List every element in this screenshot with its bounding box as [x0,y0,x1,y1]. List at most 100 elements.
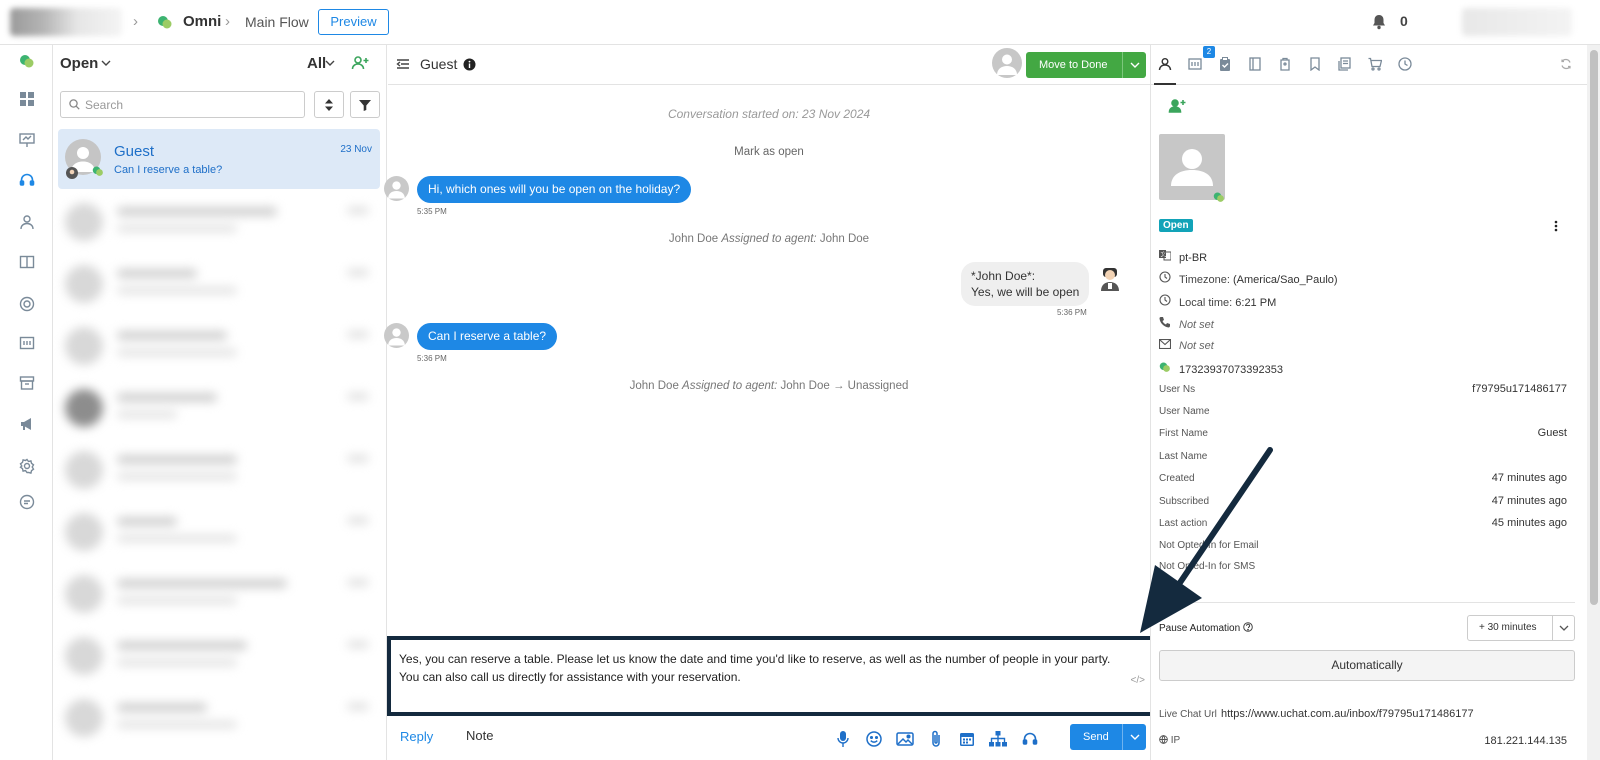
code-view-toggle[interactable]: </> [1131,675,1145,686]
clipboard-tab-icon[interactable] [1216,55,1234,73]
live-chat-url-label: Live Chat Url [1159,709,1217,720]
tab-reply[interactable]: Reply [400,729,433,744]
history-tab-icon[interactable] [1396,55,1414,73]
list-item[interactable] [61,505,379,561]
flow-builder-icon[interactable] [17,130,37,150]
conversation-preview: Can I reserve a table? [114,164,223,176]
left-nav-rail [0,45,53,760]
documents-tab-icon[interactable] [1336,55,1354,73]
live-chat-url[interactable]: https://www.uchat.com.au/inbox/f79795u17… [1221,708,1474,720]
book-icon[interactable] [17,252,37,272]
list-item[interactable] [61,319,379,375]
active-tab-indicator [1154,83,1176,85]
chevron-down-icon[interactable] [325,58,335,68]
calendar-icon[interactable] [957,729,977,749]
settings-icon[interactable] [17,456,37,476]
flow-tree-icon[interactable] [988,729,1008,749]
add-contact-icon[interactable] [1168,98,1186,114]
ip-value: 181.221.144.135 [1484,735,1567,747]
chat-bubble-icon[interactable] [17,492,37,512]
omni-channel-icon[interactable] [17,51,37,71]
conversation-item-active[interactable]: Guest Can I reserve a table? 23 Nov [58,129,380,189]
message-sender: *John Doe*: [971,269,1036,283]
contacts-icon[interactable] [17,212,37,232]
tab-count-badge: 2 [1203,46,1215,58]
conversation-date: 23 Nov [340,144,372,155]
reply-text[interactable]: Yes, you can reserve a table. Please let… [399,650,1134,686]
preview-button[interactable]: Preview [318,9,389,35]
list-item[interactable] [61,443,379,499]
field-value: 47 minutes ago [1491,495,1567,507]
pause-duration-select[interactable]: + 30 minutes [1467,615,1575,641]
message-bubble-outgoing: *John Doe*: Yes, we will be open [961,262,1090,306]
headset-icon[interactable] [1020,729,1040,749]
dashboard-icon[interactable] [17,89,37,109]
image-icon[interactable] [895,729,915,749]
attachment-icon[interactable] [926,729,946,749]
collapse-sidebar-icon[interactable] [396,58,410,70]
more-options-icon[interactable] [1554,220,1558,232]
assigned-agent-avatar[interactable] [992,48,1022,78]
microphone-icon[interactable] [833,729,853,749]
move-to-done-label: Move to Done [1039,59,1108,71]
chevron-down-icon[interactable] [1122,724,1146,750]
chevron-down-icon[interactable] [1122,52,1146,78]
tab-note[interactable]: Note [466,728,493,743]
globe-icon [1159,271,1173,283]
info-icon[interactable] [463,58,476,71]
sort-button[interactable] [314,91,344,118]
breadcrumb-omni[interactable]: Omni [183,13,221,30]
assignment-note: John Doe Assigned to agent: John Doe → U… [629,380,909,392]
conversation-name: Guest [114,143,155,160]
send-button[interactable]: Send [1070,724,1146,750]
filter-button[interactable] [350,91,380,118]
add-contact-icon[interactable] [351,55,369,71]
megaphone-icon[interactable] [17,414,37,434]
refresh-icon[interactable] [1557,55,1575,73]
list-item[interactable] [61,381,379,437]
top-bar: › Omni › Main Flow Preview 0 [0,0,1600,45]
envelope-icon [1159,339,1173,349]
details-tab-bar: 2 [1151,45,1588,85]
tag-tab-icon[interactable] [1276,55,1294,73]
status-filter-dropdown[interactable]: Open [60,55,98,72]
chat-contact-name[interactable]: Guest [420,56,457,72]
timezone-row: Timezone: (America/Sao_Paulo) [1159,271,1338,286]
omni-channel-icon [1159,361,1173,373]
breadcrumb-main-flow[interactable]: Main Flow [245,14,309,30]
inbox-list-icon[interactable] [17,333,37,353]
field-label: User Name [1159,406,1210,417]
integrations-icon[interactable] [17,294,37,314]
list-item[interactable] [61,691,379,747]
chevron-down-icon[interactable] [101,58,111,68]
list-item[interactable] [61,629,379,685]
list-item[interactable] [61,195,379,251]
emoji-icon[interactable] [864,729,884,749]
chevron-down-icon[interactable] [1552,616,1574,640]
list-item[interactable] [61,567,379,623]
right-panel-scrollbar[interactable] [1587,45,1600,760]
conversation-list-panel: Open All Search Guest Can I reserve a ta… [53,45,387,760]
notes-tab-icon[interactable] [1246,55,1264,73]
inbox-tab-icon[interactable] [1186,55,1204,73]
archive-icon[interactable] [17,373,37,393]
phone-icon [1159,316,1173,328]
field-value: Guest [1537,427,1567,439]
automatically-button[interactable]: Automatically [1159,650,1575,681]
headset-icon[interactable] [17,170,37,190]
bookmark-tab-icon[interactable] [1306,55,1324,73]
reply-composer[interactable]: Yes, you can reserve a table. Please let… [387,636,1155,716]
ip-label: IP [1159,735,1180,746]
move-to-done-button[interactable]: Move to Done [1026,52,1146,78]
profile-tab-icon[interactable] [1156,55,1174,73]
user-menu[interactable] [1462,8,1572,36]
list-item[interactable] [61,257,379,313]
cart-tab-icon[interactable] [1366,55,1384,73]
omni-channel-icon [157,14,173,30]
bell-icon[interactable] [1371,14,1387,30]
message-time: 5:36 PM [417,354,447,363]
workspace-logo[interactable] [10,8,122,36]
field-value: f79795u171486177 [1472,383,1567,395]
scope-filter-dropdown[interactable]: All [307,55,326,72]
search-input[interactable]: Search [60,91,305,118]
